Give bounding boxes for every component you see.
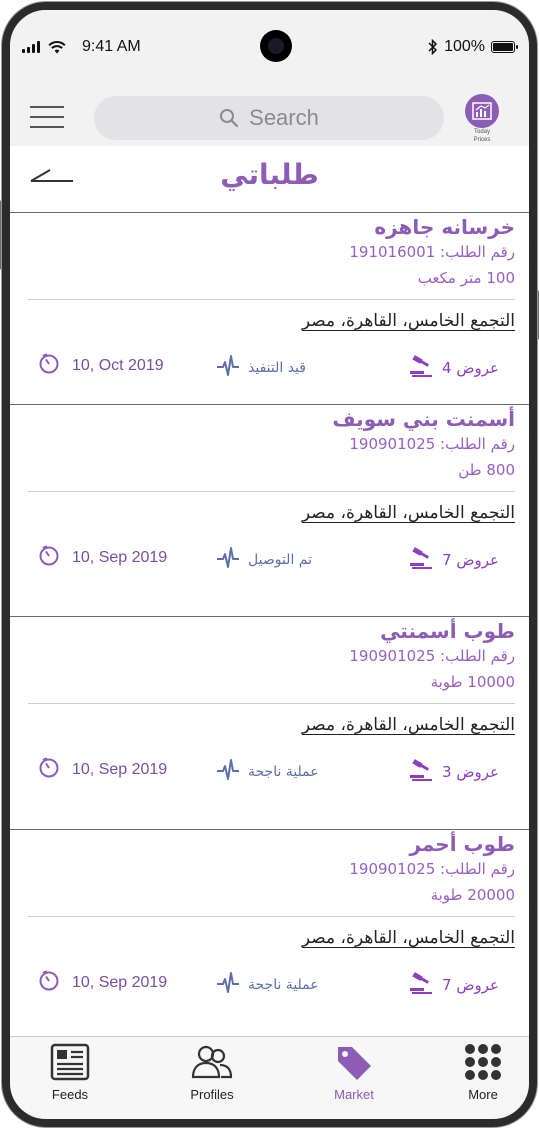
order-date-text: 10, Sep 2019 [72,974,168,991]
order-title: طوب أسمنتي [380,619,515,643]
gavel-icon [408,545,434,575]
bottom-tab-bar: Feeds Profiles Market More [10,1036,529,1119]
order-number: رقم الطلب: 190901025 [349,860,515,878]
tab-profiles[interactable]: Profiles [162,1043,262,1102]
pulse-icon [216,757,240,787]
order-address[interactable]: التجمع الخامس، القاهرة، مصر [302,311,515,331]
today-prices-button[interactable]: Today Prices [460,94,504,144]
order-status-text: عملية ناجحة [248,764,319,780]
order-offers[interactable]: عروض 4 [408,353,499,383]
order-date: 10, Oct 2019 [38,353,164,379]
order-status-text: عملية ناجحة [248,977,319,993]
today-prices-label-2: Prices [473,137,491,143]
gavel-icon [408,757,434,787]
card-divider [28,916,515,917]
app-header: Search Today Prices [10,88,529,146]
order-offers-text: عروض 3 [442,763,499,781]
order-title: خرسانه جاهزه [374,215,515,239]
card-divider [28,491,515,492]
order-card[interactable]: طوب أسمنتي رقم الطلب: 190901025 10000 طوبة… [10,616,529,824]
card-divider [28,299,515,300]
order-number: رقم الطلب: 191016001 [349,243,515,261]
feeds-icon [50,1043,90,1081]
order-card[interactable]: أسمنت بني سويف رقم الطلب: 190901025 800 طن… [10,404,529,612]
order-offers[interactable]: عروض 7 [408,545,499,575]
title-bar: طلباتي [10,146,529,212]
order-status-text: تم التوصيل [248,552,312,568]
order-number: رقم الطلب: 190901025 [349,647,515,665]
battery-icon [491,41,518,53]
profiles-icon [191,1045,233,1079]
signal-icon [22,41,40,53]
clock-icon [38,353,60,379]
tab-more[interactable]: More [433,1043,529,1102]
wifi-icon [48,40,66,53]
menu-icon[interactable] [30,106,64,128]
price-tag-icon [338,1047,371,1080]
front-camera [260,30,292,62]
order-status: تم التوصيل [216,545,312,575]
order-date: 10, Sep 2019 [38,545,167,571]
bluetooth-icon [428,39,438,55]
grid-dots-icon [465,1044,501,1080]
order-date: 10, Sep 2019 [38,970,167,996]
gavel-icon [408,353,434,383]
order-quantity: 20000 طوبة [430,886,515,904]
order-title: أسمنت بني سويف [332,407,515,431]
order-quantity: 800 طن [458,461,515,479]
search-input[interactable]: Search [94,96,444,140]
order-date-text: 10, Sep 2019 [72,761,168,778]
order-number: رقم الطلب: 190901025 [349,435,515,453]
order-date-text: 10, Sep 2019 [72,549,168,566]
order-meta-row: 10, Sep 2019 عملية ناجحة عروض 7 [10,970,529,998]
phone-frame: 9:41 AM 100% Search Today Prices طلباتي … [2,2,537,1127]
order-status: عملية ناجحة [216,970,319,1000]
clock-icon [38,757,60,783]
card-divider [28,703,515,704]
order-offers-text: عروض 7 [442,976,499,994]
clock-icon [38,545,60,571]
today-prices-label-1: Today [473,129,490,135]
status-bar: 9:41 AM 100% [10,10,529,88]
order-card[interactable]: خرسانه جاهزه رقم الطلب: 191016001 100 متر … [10,212,529,420]
pulse-icon [216,353,240,383]
order-offers[interactable]: عروض 3 [408,757,499,787]
order-status: قيد التنفيذ [216,353,306,383]
tab-feeds-label: Feeds [51,1087,89,1102]
order-address[interactable]: التجمع الخامس، القاهرة، مصر [302,715,515,735]
order-date: 10, Sep 2019 [38,757,167,783]
order-offers[interactable]: عروض 7 [408,970,499,1000]
orders-list[interactable]: خرسانه جاهزه رقم الطلب: 191016001 100 متر … [10,212,529,1038]
tab-market[interactable]: Market [304,1043,404,1102]
gavel-icon [408,970,434,1000]
order-date-text: 10, Oct 2019 [72,357,164,374]
order-meta-row: 10, Sep 2019 تم التوصيل عروض 7 [10,545,529,573]
pulse-icon [216,970,240,1000]
chart-icon [465,94,499,128]
order-card[interactable]: طوب أحمر رقم الطلب: 190901025 20000 طوبة ال… [10,829,529,1037]
order-offers-text: عروض 4 [442,359,499,377]
search-placeholder: Search [249,105,319,130]
page-title: طلباتي [220,158,319,191]
order-meta-row: 10, Sep 2019 عملية ناجحة عروض 3 [10,757,529,785]
order-status: عملية ناجحة [216,757,319,787]
order-quantity: 10000 طوبة [430,673,515,691]
clock-icon [38,970,60,996]
tab-market-label: Market [334,1087,374,1102]
order-address[interactable]: التجمع الخامس، القاهرة، مصر [302,503,515,523]
search-icon [220,109,239,128]
order-offers-text: عروض 7 [442,551,499,569]
order-quantity: 100 متر مكعب [417,269,515,287]
pulse-icon [216,545,240,575]
order-meta-row: 10, Oct 2019 قيد التنفيذ عروض 4 [10,353,529,381]
order-status-text: قيد التنفيذ [248,360,306,376]
status-time: 9:41 AM [82,38,141,55]
tab-feeds[interactable]: Feeds [20,1043,120,1102]
order-address[interactable]: التجمع الخامس، القاهرة، مصر [302,928,515,948]
battery-percentage: 100% [444,38,485,55]
tab-more-label: More [468,1087,498,1102]
order-title: طوب أحمر [409,832,515,856]
tab-profiles-label: Profiles [190,1087,234,1102]
